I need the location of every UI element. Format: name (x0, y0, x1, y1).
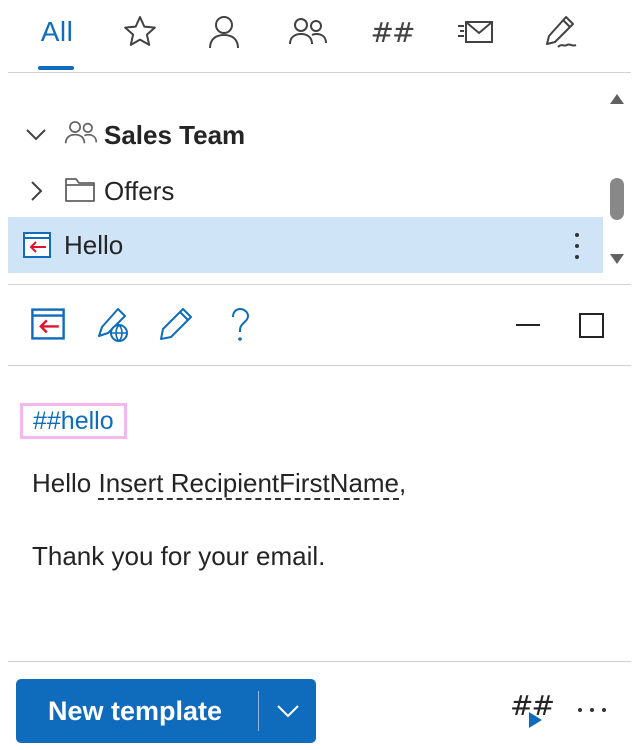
active-tab-indicator (38, 66, 74, 70)
divider (8, 284, 631, 285)
insert-template-button[interactable] (30, 306, 68, 344)
pencil-globe-icon (98, 308, 128, 343)
tab-bar: All ## (0, 0, 640, 72)
tab-all-label: All (40, 16, 74, 47)
comma-text: , (399, 468, 407, 498)
tree-item-label: Offers (104, 176, 175, 206)
hashtag-text: ##hello (33, 406, 114, 435)
new-template-button[interactable]: New template (16, 679, 316, 743)
tree-item-label: Sales Team (104, 120, 246, 150)
edit-with-web-button[interactable] (94, 306, 132, 344)
scroll-up-icon[interactable] (609, 92, 625, 106)
maximize-icon (579, 313, 604, 338)
tree-item-label: Hello (64, 230, 124, 260)
tab-all[interactable]: All (36, 6, 78, 58)
chevron-right-icon[interactable] (24, 179, 48, 203)
tab-favorites[interactable] (118, 6, 162, 58)
tab-hashtags[interactable]: ## (368, 6, 416, 58)
more-options-icon[interactable] (569, 229, 585, 263)
hashtag-icon: ## (370, 15, 416, 49)
greeting-text: Hello (32, 468, 92, 498)
minimize-icon (516, 324, 540, 326)
recipient-first-name-placeholder[interactable]: Insert RecipientFirstName (98, 468, 400, 500)
play-icon (529, 712, 542, 728)
divider (8, 661, 631, 662)
template-tree: Sales Team Offers Hello (8, 73, 603, 284)
new-template-dropdown[interactable] (272, 699, 304, 723)
help-button[interactable] (222, 306, 260, 344)
more-icon[interactable] (574, 698, 610, 722)
question-icon (232, 307, 250, 341)
template-hashtag[interactable]: ##hello (20, 403, 127, 439)
email-icon (458, 21, 493, 43)
people-icon (64, 121, 98, 144)
insert-template-icon (23, 232, 51, 258)
edit-template-button[interactable] (158, 306, 196, 344)
tab-shared[interactable] (284, 6, 332, 58)
tree-item-hello[interactable]: Hello (8, 217, 603, 273)
person-icon (209, 16, 239, 49)
tab-email[interactable] (452, 6, 500, 58)
divider (8, 365, 631, 366)
tab-signatures[interactable] (538, 6, 584, 58)
run-hashtag-button[interactable]: ## (508, 691, 555, 731)
minimize-button[interactable] (512, 306, 550, 344)
new-template-label: New template (48, 696, 223, 726)
split-button-divider (258, 691, 259, 731)
signature-icon (546, 16, 577, 48)
tree-item-sales-team[interactable]: Sales Team (8, 107, 603, 163)
chevron-down-icon[interactable] (24, 123, 48, 147)
star-icon (124, 16, 156, 46)
scrollbar-thumb[interactable] (610, 178, 624, 220)
people-icon (289, 18, 327, 45)
tree-item-offers[interactable]: Offers (8, 163, 603, 219)
maximize-button[interactable] (576, 306, 614, 344)
preview-body-text: Thank you for your email. (32, 541, 326, 571)
chevron-down-icon (277, 705, 299, 718)
pencil-icon (160, 308, 192, 340)
tab-personal[interactable] (202, 6, 246, 58)
scroll-down-icon[interactable] (609, 252, 625, 266)
insert-template-icon (31, 308, 65, 340)
folder-icon (65, 178, 95, 202)
preview-greeting-line: Hello Insert RecipientFirstName, (32, 466, 406, 500)
